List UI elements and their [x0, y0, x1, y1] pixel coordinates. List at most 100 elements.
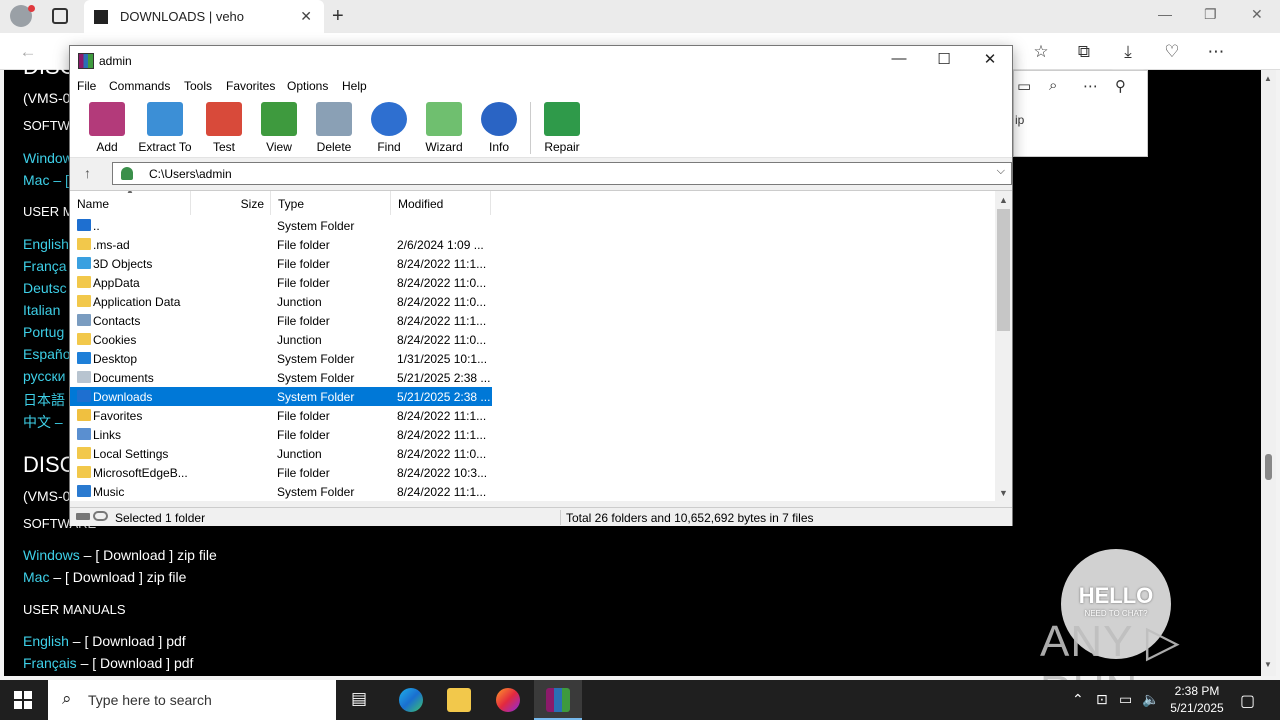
browser-restore-button[interactable]: ❐: [1204, 6, 1217, 23]
more-options-icon[interactable]: ⋯: [1083, 77, 1098, 95]
lang-link-chinese-top[interactable]: 中文 –: [23, 412, 63, 432]
lang-link-german-top[interactable]: Deutsc: [23, 280, 67, 296]
lang-link-french-top[interactable]: França: [23, 258, 67, 274]
lang-link-italian-top[interactable]: Italian: [23, 302, 60, 318]
windows-download-text[interactable]: – [ Download ] zip file: [80, 547, 217, 563]
windows-link-top[interactable]: Window: [23, 150, 73, 166]
lang-link-japanese-top[interactable]: 日本語: [23, 390, 65, 410]
taskbar-search-box[interactable]: ⌕ Type here to search: [48, 680, 336, 720]
english-link[interactable]: English: [23, 633, 69, 649]
menu-options[interactable]: Options: [287, 79, 328, 93]
file-row[interactable]: AppData File folder 8/24/2022 11:0...: [70, 273, 492, 292]
file-row[interactable]: Cookies Junction 8/24/2022 11:0...: [70, 330, 492, 349]
notifications-icon[interactable]: ▢: [1240, 691, 1255, 711]
tool-test-button[interactable]: Test: [195, 102, 253, 154]
collections-icon[interactable]: ⧉: [1073, 42, 1095, 62]
file-row[interactable]: Local Settings Junction 8/24/2022 11:0...: [70, 444, 492, 463]
file-row[interactable]: MicrosoftEdgeB... File folder 8/24/2022 10…: [70, 463, 492, 482]
file-row[interactable]: 3D Objects File folder 8/24/2022 11:1...: [70, 254, 492, 273]
sort-ascending-icon: ▲: [126, 190, 134, 195]
volume-icon[interactable]: 🔈: [1142, 691, 1159, 708]
tool-info-button[interactable]: Info: [470, 102, 528, 154]
windows-start-icon[interactable]: [14, 691, 32, 709]
mac-download-text[interactable]: – [ Download ] zip file: [49, 569, 186, 585]
menu-favorites[interactable]: Favorites: [226, 79, 275, 93]
winrar-title-bar[interactable]: admin — ☐ ✕: [70, 46, 1012, 76]
tool-find-button[interactable]: Find: [360, 102, 418, 154]
winrar-minimize-button[interactable]: —: [884, 50, 914, 67]
up-folder-arrow-icon[interactable]: ↑: [84, 165, 91, 181]
mac-link[interactable]: Mac: [23, 569, 49, 585]
network-icon[interactable]: ▭: [1119, 691, 1132, 708]
browser-minimize-button[interactable]: —: [1158, 6, 1172, 22]
winrar-maximize-button[interactable]: ☐: [929, 50, 959, 68]
downloads-icon[interactable]: ⤓: [1117, 42, 1139, 62]
usb-device-icon[interactable]: ⊡: [1096, 691, 1108, 708]
column-name[interactable]: Name ▲: [70, 191, 191, 215]
menu-file[interactable]: File: [77, 79, 96, 93]
column-modified[interactable]: Modified: [391, 191, 491, 215]
file-row[interactable]: Documents System Folder 5/21/2025 2:38 ...: [70, 368, 492, 387]
winrar-close-button[interactable]: ✕: [975, 50, 1005, 68]
file-row[interactable]: Contacts File folder 8/24/2022 11:1...: [70, 311, 492, 330]
path-field[interactable]: C:\Users\admin ⌵: [112, 162, 1012, 185]
tab-actions-icon[interactable]: [52, 8, 68, 24]
column-type[interactable]: Type: [271, 191, 391, 215]
menu-tools[interactable]: Tools: [184, 79, 212, 93]
tool-repair-button[interactable]: Repair: [533, 102, 591, 154]
list-scroll-down-icon[interactable]: ▼: [999, 488, 1008, 498]
file-row[interactable]: Application Data Junction 8/24/2022 11:0..…: [70, 292, 492, 311]
file-row[interactable]: Desktop System Folder 1/31/2025 10:1...: [70, 349, 492, 368]
firefox-icon[interactable]: [496, 688, 520, 712]
file-row[interactable]: Favorites File folder 8/24/2022 11:1...: [70, 406, 492, 425]
lang-link-portuguese-top[interactable]: Portug: [23, 324, 64, 340]
page-scrollbar[interactable]: ▲ ▼: [1261, 70, 1276, 676]
open-folder-icon[interactable]: ▭: [1017, 77, 1031, 95]
winrar-icon[interactable]: [546, 688, 570, 712]
menu-help[interactable]: Help: [342, 79, 367, 93]
tool-view-button[interactable]: View: [250, 102, 308, 154]
browser-essentials-icon[interactable]: ♡: [1161, 42, 1183, 62]
tool-add-button[interactable]: Add: [78, 102, 136, 154]
lang-link-spanish-top[interactable]: Españo: [23, 346, 70, 362]
file-row[interactable]: Links File folder 8/24/2022 11:1...: [70, 425, 492, 444]
lang-link-english-top[interactable]: English: [23, 236, 69, 252]
file-row[interactable]: .. System Folder: [70, 216, 492, 235]
new-tab-button[interactable]: +: [332, 5, 344, 28]
tab-close-icon[interactable]: ✕: [300, 8, 312, 25]
show-hidden-icons-icon[interactable]: ⌃: [1072, 691, 1084, 708]
file-type: System Folder: [277, 371, 355, 385]
tool-wizard-button[interactable]: Wizard: [415, 102, 473, 154]
file-explorer-icon[interactable]: [447, 688, 471, 712]
search-icon[interactable]: ⌕: [1049, 77, 1057, 94]
menu-commands[interactable]: Commands: [109, 79, 170, 93]
tool-extract-button[interactable]: Extract To: [136, 102, 194, 154]
column-size[interactable]: Size: [191, 191, 271, 215]
tool-delete-button[interactable]: Delete: [305, 102, 363, 154]
edge-icon[interactable]: [399, 688, 423, 712]
model-text-top: (VMS-0: [23, 90, 71, 106]
lang-link-russian-top[interactable]: русски: [23, 368, 65, 384]
list-scroll-up-icon[interactable]: ▲: [999, 195, 1008, 205]
browser-tab[interactable]: DOWNLOADS | veho ✕: [84, 0, 324, 33]
list-scroll-thumb[interactable]: [997, 209, 1010, 331]
mac-link-top[interactable]: Mac – [: [23, 172, 69, 188]
file-list-scrollbar[interactable]: ▲ ▼: [995, 191, 1012, 501]
windows-link[interactable]: Windows: [23, 547, 80, 563]
browser-close-button[interactable]: ✕: [1251, 6, 1263, 23]
path-dropdown-icon[interactable]: ⌵: [997, 165, 1005, 178]
file-row[interactable]: Music System Folder 8/24/2022 11:1...: [70, 482, 492, 501]
taskbar-clock[interactable]: 2:38 PM 5/21/2025: [1164, 683, 1230, 717]
download-item-fragment[interactable]: ip: [1015, 113, 1024, 127]
task-view-icon[interactable]: ▤: [351, 689, 367, 709]
francais-link[interactable]: Français: [23, 655, 77, 671]
francais-download-text[interactable]: – [ Download ] pdf: [77, 655, 194, 671]
english-download-text[interactable]: – [ Download ] pdf: [69, 633, 186, 649]
scroll-up-icon[interactable]: ▲: [1264, 74, 1272, 83]
file-row[interactable]: .ms-ad File folder 2/6/2024 1:09 ...: [70, 235, 492, 254]
favorites-icon[interactable]: ☆: [1030, 42, 1052, 62]
page-scroll-thumb[interactable]: [1265, 454, 1272, 480]
more-icon[interactable]: ⋯: [1205, 42, 1227, 62]
file-row[interactable]: Downloads System Folder 5/21/2025 2:38 ...: [70, 387, 492, 406]
pin-icon[interactable]: ⚲: [1115, 77, 1126, 95]
